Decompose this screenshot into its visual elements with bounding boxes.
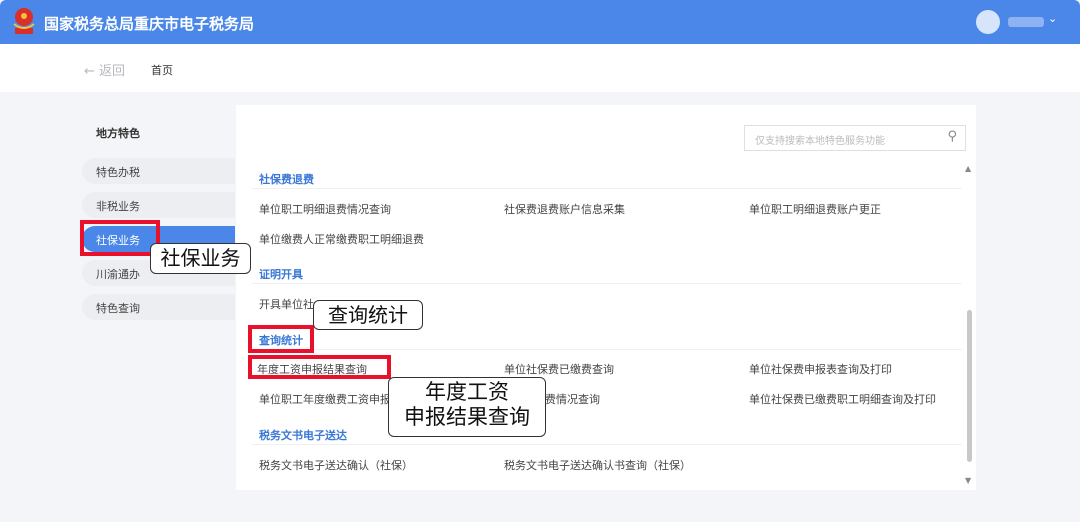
callout-annual-wage: 年度工资 申报结果查询: [388, 377, 546, 437]
sidebar-item-special-tax[interactable]: 特色办税: [82, 158, 235, 184]
divider: [252, 283, 962, 284]
list-item[interactable]: 开具单位社: [259, 296, 314, 312]
avatar[interactable]: [976, 10, 1000, 34]
search-input[interactable]: 仅支持搜索本地特色服务功能 ⚲: [744, 125, 966, 151]
highlight-box: [80, 220, 160, 256]
divider: [252, 188, 962, 189]
list-item[interactable]: 费情况查询: [545, 391, 600, 407]
callout-line: 年度工资: [425, 380, 509, 404]
list-item[interactable]: 单位职工明细退费账户更正: [749, 201, 881, 217]
list-item[interactable]: 单位缴费人正常缴费职工明细退费: [259, 231, 424, 247]
list-item[interactable]: 单位社保费已缴费职工明细查询及打印: [749, 391, 936, 407]
scrollbar-thumb[interactable]: [967, 310, 972, 462]
callout-query-stats: 查询统计: [313, 300, 423, 330]
search-icon[interactable]: ⚲: [947, 129, 957, 144]
sidebar-title: 地方特色: [96, 127, 140, 140]
list-item[interactable]: 单位社保费申报表查询及打印: [749, 361, 892, 377]
section-title: 社保费退费: [259, 173, 314, 186]
scroll-up-icon[interactable]: ▲: [965, 164, 971, 173]
section-title: 证明开具: [259, 268, 303, 281]
username-blurred[interactable]: [1008, 17, 1044, 27]
content-panel: [236, 105, 976, 490]
list-item[interactable]: 单位职工年度缴费工资申报: [259, 391, 391, 407]
list-item[interactable]: 社保费退费账户信息采集: [504, 201, 625, 217]
list-item[interactable]: 单位社保费已缴费查询: [504, 361, 614, 377]
divider: [252, 444, 962, 445]
divider: [252, 349, 962, 350]
chevron-down-icon[interactable]: ⌄: [1048, 12, 1057, 25]
scroll-down-icon[interactable]: ▼: [965, 476, 971, 485]
section-title: 税务文书电子送达: [259, 429, 347, 442]
highlight-box: [248, 325, 314, 353]
list-item[interactable]: 税务文书电子送达确认书查询（社保）: [504, 457, 691, 473]
breadcrumb: ← 返回 首页: [0, 44, 1080, 92]
breadcrumb-home[interactable]: 首页: [151, 62, 173, 78]
list-item[interactable]: 单位职工明细退费情况查询: [259, 201, 391, 217]
sidebar-item-special-query[interactable]: 特色查询: [82, 294, 235, 320]
callout-social-security: 社保业务: [150, 243, 251, 274]
site-title: 国家税务总局重庆市电子税务局: [44, 15, 255, 33]
callout-line: 申报结果查询: [404, 405, 530, 430]
back-button[interactable]: ← 返回: [84, 60, 125, 79]
tax-emblem-icon: [13, 8, 35, 34]
search-placeholder: 仅支持搜索本地特色服务功能: [755, 136, 885, 147]
sidebar-item-nontax[interactable]: 非税业务: [82, 192, 235, 218]
list-item[interactable]: 税务文书电子送达确认（社保）: [259, 457, 413, 473]
top-header: 国家税务总局重庆市电子税务局 ⌄: [0, 0, 1080, 44]
highlight-box: [248, 355, 391, 379]
